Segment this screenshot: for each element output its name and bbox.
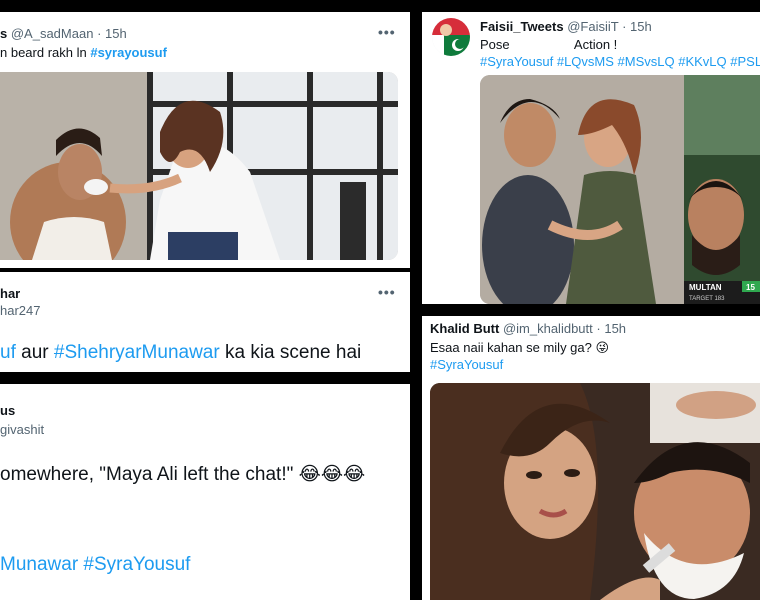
score-team-label: MULTAN — [689, 283, 722, 292]
tweet-text: uf aur #ShehryarMunawar ka kia scene hai — [0, 342, 361, 364]
tweet-image[interactable] — [0, 72, 398, 260]
author-name[interactable]: s — [0, 26, 7, 41]
separator: · — [97, 26, 102, 41]
hashtag-list[interactable]: Munawar #SyraYousuf — [0, 554, 190, 576]
tweet-image[interactable]: MULTAN TARGET 183 15 — [480, 75, 760, 304]
hashtag-link[interactable]: #SyraYousuf — [430, 357, 503, 372]
emoji-winking-tongue: 😜 — [595, 340, 610, 355]
author-name[interactable]: har — [0, 286, 20, 301]
author-handle[interactable]: @FaisiiT — [567, 19, 618, 34]
tweet-card-khalidbutt[interactable]: Khalid Butt @im_khalidbutt · 15h Esaa na… — [422, 316, 760, 600]
tweet-card-asadmaan[interactable]: s @A_sadMaan · 15h ••• n beard rakh ln #… — [0, 12, 410, 268]
tweet-text-plain: n beard rakh ln — [0, 45, 91, 60]
tweet-image[interactable] — [430, 383, 760, 600]
hashtag-link[interactable]: #ShehryarMunawar — [54, 342, 220, 363]
tweet-text: n beard rakh ln #syrayousuf — [0, 45, 167, 60]
separator: · — [622, 19, 627, 34]
author-handle[interactable]: givashit — [0, 422, 44, 437]
score-target-label: TARGET 183 — [689, 296, 725, 302]
more-options-icon[interactable]: ••• — [378, 284, 396, 300]
timestamp[interactable]: 15h — [105, 26, 127, 41]
tweet-card-givashit[interactable]: us givashit omewhere, "Maya Ali left the… — [0, 384, 410, 600]
photo-couple-and-cricket: MULTAN TARGET 183 15 — [480, 75, 760, 304]
tweet-header: Faisii_Tweets @FaisiiT · 15h — [480, 19, 652, 34]
hashtag-link[interactable]: #syrayousuf — [90, 45, 167, 60]
photo-woman-and-man-shaving — [430, 383, 760, 600]
author-name[interactable]: Faisii_Tweets — [480, 19, 564, 34]
separator: · — [596, 321, 601, 336]
tweet-text: Esaa naii kahan se mily ga? 😜 — [430, 340, 609, 356]
timestamp[interactable]: 15h — [604, 321, 626, 336]
author-name[interactable]: us — [0, 403, 15, 418]
author-handle[interactable]: @A_sadMaan — [11, 26, 94, 41]
timestamp[interactable]: 15h — [630, 19, 652, 34]
tweet-text: omewhere, "Maya Ali left the chat!" 😂😂😂 — [0, 463, 365, 486]
tweet-header: Khalid Butt @im_khalidbutt · 15h — [430, 321, 626, 336]
tweet-text-plain: Esaa naii kahan se mily ga? — [430, 340, 596, 355]
score-number: 15 — [746, 283, 755, 292]
tweet-card-har247[interactable]: har har247 ••• uf aur #ShehryarMunawar k… — [0, 272, 410, 372]
tweet-text-plain: ka kia scene hai — [219, 342, 362, 363]
photo-shaving-scene — [0, 72, 398, 260]
hashtag-list[interactable]: #SyraYousuf #LQvsMS #MSvsLQ #KKvLQ #PSL5 — [480, 54, 760, 69]
tweet-text: Pose Action ! — [480, 37, 618, 52]
author-handle[interactable]: har247 — [0, 303, 40, 318]
author-handle[interactable]: @im_khalidbutt — [503, 321, 593, 336]
tweet-header: s @A_sadMaan · 15h — [0, 26, 127, 41]
tweet-text-plain: omewhere, "Maya Ali left the chat!" — [0, 464, 294, 485]
tweet-card-faisii[interactable]: Faisii_Tweets @FaisiiT · 15h Pose Action… — [422, 12, 760, 304]
avatar[interactable] — [432, 18, 470, 56]
more-options-icon[interactable]: ••• — [378, 24, 396, 40]
tweet-text-plain: aur — [15, 342, 54, 363]
author-name[interactable]: Khalid Butt — [430, 321, 499, 336]
emoji-laughing: 😂😂😂 — [298, 464, 366, 485]
pakistan-flag-avatar-icon — [432, 18, 470, 56]
hashtag-link[interactable]: uf — [0, 342, 16, 363]
